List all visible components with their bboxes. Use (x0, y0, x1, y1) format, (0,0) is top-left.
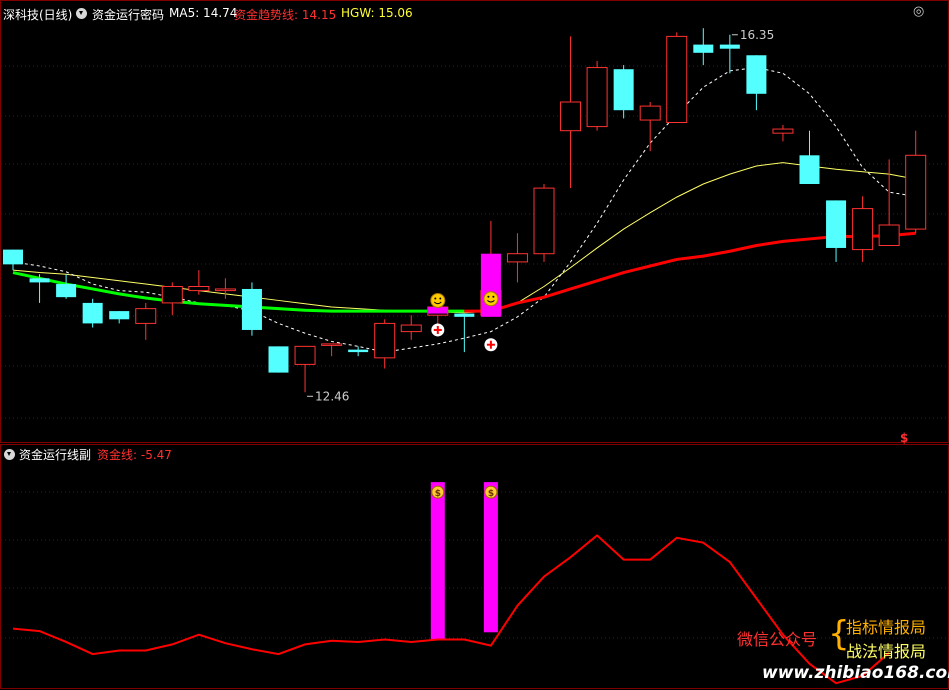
ma5-label: MA5: 14.74 (169, 6, 238, 20)
chart-stage: 16.35 12.46 $ $ 深科技(日线) 资金运行密码 MA5: 14.74 资… (0, 0, 949, 690)
candle-body-up (586, 67, 608, 128)
trend-line-label: 资金趋势线: 14.15 (234, 8, 337, 22)
candle-body-up (214, 288, 236, 292)
candle-body-up (639, 105, 661, 121)
indicator-name: 资金运行密码 (92, 8, 165, 22)
candle-body-down (268, 346, 289, 373)
capital-line-label: 资金线: -5.47 (97, 448, 172, 462)
candle-body-up (506, 253, 528, 263)
watermark-site: www.zhibiao168.com (762, 663, 949, 683)
signal-bar (483, 482, 498, 633)
wechat-label: 微信公众号 (737, 630, 818, 649)
hgw-line (12, 162, 916, 314)
candle-body-up (135, 308, 157, 324)
candle-body-down (348, 349, 369, 353)
candle-body-up (321, 343, 343, 346)
candle-body-up (905, 154, 927, 230)
settings-icon[interactable]: ◎ (913, 4, 924, 19)
candle-body-up (161, 286, 183, 304)
candle-body-down (109, 311, 130, 320)
candle-body-up (400, 324, 422, 333)
hgw-label: HGW: 15.06 (341, 6, 413, 20)
ticker-title: 深科技(日线) (3, 8, 73, 22)
smiley-icon (483, 291, 499, 307)
smiley-eye (434, 297, 437, 300)
smiley-eye (487, 295, 490, 298)
candle-body-down (799, 155, 820, 184)
watermark-line1: 指标情报局 (846, 618, 927, 637)
signal-bar (430, 482, 445, 640)
candle-body-up (294, 345, 316, 365)
candle-body-down (826, 200, 847, 248)
dollar-marker: $ (900, 431, 909, 445)
smiley-icon (430, 292, 446, 308)
signal-candle-box (480, 253, 501, 317)
price-annotation: 12.46 (315, 389, 349, 403)
sub-dropdown-icon[interactable] (4, 449, 15, 460)
capital-line (12, 534, 890, 685)
main-chart-svg: 16.35 12.46 $ $ (0, 0, 949, 689)
trend-line-green (12, 271, 465, 313)
candle-body-down (56, 284, 77, 298)
trend-line-red (464, 231, 916, 313)
smiley-eye (492, 295, 495, 298)
signal-candle-box (427, 307, 448, 314)
candle-body-down (613, 69, 634, 111)
money-bag-glyph: $ (488, 489, 494, 499)
sub-frame (0, 444, 949, 689)
candle-body-down (82, 302, 103, 324)
candle-body-down (693, 44, 714, 53)
money-bag-glyph: $ (435, 489, 441, 499)
candle-body-down (746, 55, 767, 94)
candle-body-up (188, 286, 210, 292)
smiley-eye (439, 297, 442, 300)
candle-body-up (878, 224, 900, 246)
candle-body-up (560, 101, 582, 132)
candle-body-down (3, 249, 23, 265)
candle-body-down (29, 278, 50, 283)
watermark-line2: 战法情报局 (846, 642, 927, 661)
candle-body-up (666, 35, 688, 123)
sub-indicator-name: 资金运行线副 (19, 448, 92, 462)
price-annotation: 16.35 (740, 28, 774, 42)
dropdown-icon[interactable] (76, 8, 87, 19)
candle-body-up (772, 128, 794, 134)
candle-body-up (374, 322, 396, 359)
candle-body-up (852, 208, 874, 251)
candle-body-up (533, 187, 555, 255)
candle-body-down (454, 313, 475, 317)
main-frame (0, 0, 949, 443)
candle-body-down (719, 44, 740, 49)
candle-body-down (241, 288, 262, 330)
